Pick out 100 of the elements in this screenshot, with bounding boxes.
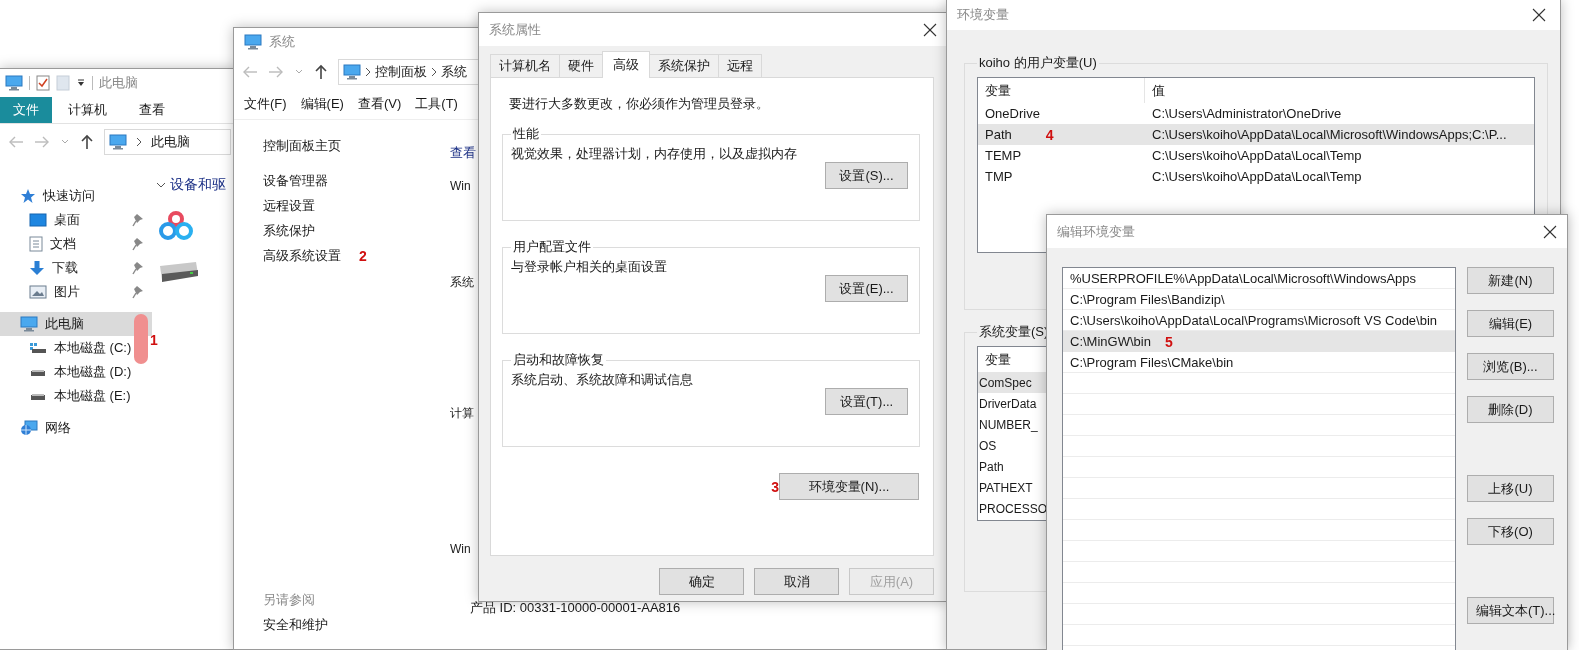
close-icon[interactable] xyxy=(1543,224,1557,239)
task-link[interactable]: 远程设置 xyxy=(263,196,315,216)
task-link[interactable]: 高级系统设置 xyxy=(263,246,341,266)
variable-value: C:\Users\koiho\AppData\Local\Temp xyxy=(1151,169,1362,184)
step-number: 1 xyxy=(150,332,158,348)
path-entry[interactable]: C:\Users\koiho\AppData\Local\Programs\Microsoft VS Code\bin xyxy=(1063,310,1455,331)
address-bar[interactable]: 此电脑 xyxy=(104,129,231,155)
star-icon xyxy=(20,188,36,204)
nav-item[interactable]: 此电脑 xyxy=(0,312,152,336)
dialog-button[interactable]: 上移(U) xyxy=(1467,475,1554,502)
up-arrow-icon[interactable] xyxy=(80,134,94,150)
column-header[interactable]: 变量 xyxy=(978,78,1145,103)
pin-icon[interactable] xyxy=(132,237,144,251)
section-heading: Win xyxy=(450,178,471,195)
computer-icon xyxy=(20,316,38,332)
up-arrow-icon[interactable] xyxy=(314,64,328,80)
variable-row[interactable]: OneDrive C:\Users\Administrator\OneDrive xyxy=(978,103,1534,124)
nav-item[interactable]: 本地磁盘 (D:) xyxy=(0,360,152,384)
collapse-icon[interactable] xyxy=(156,181,166,189)
nav-item[interactable]: 本地磁盘 (E:) xyxy=(0,384,152,408)
column-header[interactable]: 变量 xyxy=(978,347,1011,372)
chevron-icon xyxy=(135,137,143,147)
nav-item[interactable]: 下载 xyxy=(0,256,152,280)
network-icon xyxy=(20,420,38,436)
nav-item[interactable]: 图片 xyxy=(0,280,152,304)
variable-value: C:\Users\koiho\AppData\Local\Microsoft\WindowsApps;C:\P... xyxy=(1151,127,1507,142)
window-title: 系统 xyxy=(269,32,295,51)
path-entry[interactable]: C:\Program Files\Bandizip\ xyxy=(1063,289,1455,310)
desktop-icon xyxy=(29,213,47,227)
variable-value: C:\Users\Administrator\OneDrive xyxy=(1151,106,1342,121)
breadcrumb-item[interactable]: 系统 xyxy=(441,63,467,81)
environment-variables-button[interactable]: 环境变量(N)... xyxy=(779,473,919,500)
group-description: 视觉效果，处理器计划，内存使用，以及虚拟内存 xyxy=(511,146,798,162)
settings-button[interactable]: 设置(E)... xyxy=(825,275,908,302)
dialog-button[interactable]: 删除(D) xyxy=(1467,396,1554,423)
column-header[interactable]: 值 xyxy=(1145,78,1165,103)
tab[interactable]: 远程 xyxy=(718,54,762,77)
dialog-button[interactable]: 编辑(E) xyxy=(1467,310,1554,337)
close-icon[interactable] xyxy=(923,22,937,37)
ribbon-tab[interactable]: 文件 xyxy=(0,97,52,123)
tab[interactable]: 计算机名 xyxy=(490,54,560,77)
pin-icon[interactable] xyxy=(132,261,144,275)
back-arrow-icon[interactable] xyxy=(242,65,258,79)
dropdown-icon[interactable] xyxy=(76,78,86,88)
dialog-button[interactable]: 浏览(B)... xyxy=(1467,353,1554,380)
drive-icon xyxy=(29,342,47,354)
home-link[interactable]: 控制面板主页 xyxy=(263,136,450,156)
nav-item[interactable]: 桌面 xyxy=(0,208,152,232)
variable-name: OneDrive xyxy=(985,106,1040,121)
window-title: 编辑环境变量 xyxy=(1057,222,1135,241)
group-description: 与登录帐户相关的桌面设置 xyxy=(511,259,668,275)
variable-row[interactable]: Path 4 C:\Users\koiho\AppData\Local\Microsoft\WindowsApps;C:\P... xyxy=(978,124,1534,145)
task-link[interactable]: 系统保护 xyxy=(263,221,315,241)
step-number: 4 xyxy=(1045,126,1054,143)
path-entry[interactable]: C:\MinGW\bin 5 xyxy=(1063,331,1455,352)
caret-icon[interactable] xyxy=(60,138,70,146)
dialog-button[interactable]: 确定 xyxy=(659,568,744,595)
caret-icon[interactable] xyxy=(294,68,304,76)
nav-item[interactable]: 文档 xyxy=(0,232,152,256)
breadcrumb-item[interactable]: 控制面板 xyxy=(375,63,427,81)
step-number: 5 xyxy=(1164,333,1173,350)
settings-button[interactable]: 设置(S)... xyxy=(825,162,908,189)
forward-arrow-icon[interactable] xyxy=(268,65,284,79)
menu-item[interactable]: 工具(T) xyxy=(415,95,458,113)
ribbon-tab[interactable]: 计算机 xyxy=(52,97,123,123)
tab[interactable]: 高级 xyxy=(602,51,650,78)
close-icon[interactable] xyxy=(1532,8,1546,22)
forward-arrow-icon[interactable] xyxy=(34,135,50,149)
variable-value: C:\Users\koiho\AppData\Local\Temp xyxy=(1151,148,1362,163)
nav-item[interactable]: 本地磁盘 (C:) xyxy=(0,336,152,360)
computer-icon[interactable] xyxy=(5,75,23,91)
properties-icon[interactable] xyxy=(36,75,50,91)
dialog-button[interactable]: 新建(N) xyxy=(1467,267,1554,294)
path-entry[interactable]: C:\Program Files\CMake\bin xyxy=(1063,352,1455,373)
path-entry[interactable]: %USERPROFILE%\AppData\Local\Microsoft\WindowsApps xyxy=(1063,268,1455,289)
variable-row[interactable]: TEMP C:\Users\koiho\AppData\Local\Temp xyxy=(978,145,1534,166)
dialog-button[interactable]: 编辑文本(T)... xyxy=(1467,597,1554,624)
menu-item[interactable]: 编辑(E) xyxy=(300,95,344,113)
ribbon-tab[interactable]: 查看 xyxy=(123,97,181,123)
task-link[interactable]: 设备管理器 xyxy=(263,171,328,191)
variable-row[interactable]: TMP C:\Users\koiho\AppData\Local\Temp xyxy=(978,166,1534,187)
download-icon xyxy=(29,260,45,276)
group-title: koiho 的用户变量(U) xyxy=(978,55,1098,71)
step-number: 3 xyxy=(771,478,779,495)
dialog-button[interactable]: 取消 xyxy=(754,568,839,595)
nav-item[interactable]: 网络 xyxy=(0,416,152,440)
nav-item[interactable]: 快速访问 xyxy=(0,184,152,208)
dialog-button[interactable]: 下移(O) xyxy=(1467,518,1554,545)
computer-icon xyxy=(343,64,361,80)
group-title: 性能 xyxy=(512,126,540,142)
back-arrow-icon[interactable] xyxy=(8,135,24,149)
menu-item[interactable]: 文件(F) xyxy=(244,95,287,113)
pin-icon[interactable] xyxy=(132,285,144,299)
window-title: 此电脑 xyxy=(99,74,138,92)
menu-item[interactable]: 查看(V) xyxy=(357,95,402,113)
see-also-link[interactable]: 安全和维护 xyxy=(263,615,450,635)
group-title: 启动和故障恢复 xyxy=(512,352,605,368)
section-heading: Win xyxy=(450,541,471,558)
pin-icon[interactable] xyxy=(132,213,144,227)
settings-button[interactable]: 设置(T)... xyxy=(825,388,908,415)
